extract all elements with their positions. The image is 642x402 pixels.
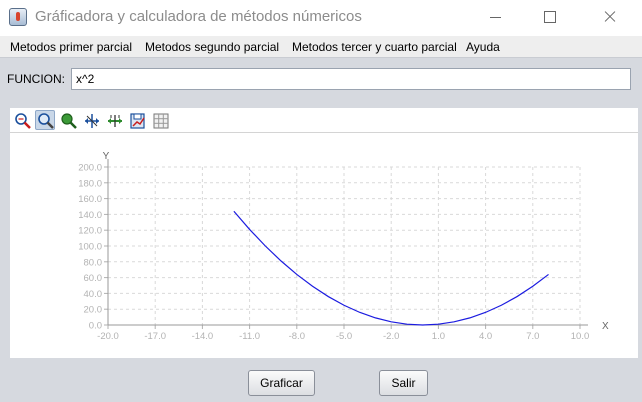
maximize-icon[interactable] bbox=[527, 0, 573, 34]
x-tick-label: -11.0 bbox=[239, 331, 260, 342]
x-tick-label: -20.0 bbox=[97, 331, 119, 342]
y-tick-label: 180.0 bbox=[78, 178, 102, 189]
y-tick-label: 0.0 bbox=[89, 321, 102, 332]
y-tick-label: 20.0 bbox=[84, 305, 103, 316]
y-axis-label: Y bbox=[103, 151, 110, 162]
y-tick-label: 40.0 bbox=[84, 289, 103, 300]
y-tick-label: 60.0 bbox=[84, 273, 103, 284]
y-tick-label: 120.0 bbox=[78, 226, 102, 237]
function-input[interactable] bbox=[71, 68, 631, 90]
y-tick-label: 200.0 bbox=[78, 163, 102, 174]
center-icon[interactable] bbox=[58, 110, 78, 130]
x-tick-label: 7.0 bbox=[526, 331, 539, 342]
y-tick-label: 80.0 bbox=[84, 257, 103, 268]
x-tick-label: -14.0 bbox=[192, 331, 214, 342]
close-icon[interactable] bbox=[586, 0, 632, 34]
move-axes-icon[interactable] bbox=[81, 110, 101, 130]
scale-axes-icon[interactable] bbox=[104, 110, 124, 130]
menu-primer-parcial[interactable]: Metodos primer parcial bbox=[10, 40, 132, 54]
grid-toggle-icon[interactable] bbox=[150, 110, 170, 130]
plot-toolbar bbox=[10, 108, 638, 133]
y-tick-label: 100.0 bbox=[78, 242, 102, 253]
menu-tercer-cuarto-parcial[interactable]: Metodos tercer y cuarto parcial bbox=[292, 40, 457, 54]
title-bar: Gráficadora y calculadora de métodos núm… bbox=[0, 0, 642, 36]
save-image-icon[interactable] bbox=[127, 110, 147, 130]
java-cup-icon bbox=[9, 8, 27, 26]
menu-ayuda[interactable]: Ayuda bbox=[466, 40, 500, 54]
x-tick-label: 10.0 bbox=[571, 331, 590, 342]
minimize-icon[interactable] bbox=[478, 0, 524, 34]
x-tick-label: -2.0 bbox=[383, 331, 399, 342]
salir-button[interactable]: Salir bbox=[379, 370, 428, 396]
window-title: Gráficadora y calculadora de métodos núm… bbox=[35, 8, 362, 25]
x-tick-label: -17.0 bbox=[144, 331, 166, 342]
zoom-region-icon[interactable] bbox=[12, 110, 32, 130]
x-tick-label: 4.0 bbox=[479, 331, 492, 342]
menu-bar: Metodos primer parcial Metodos segundo p… bbox=[0, 36, 642, 58]
x-tick-label: -5.0 bbox=[336, 331, 352, 342]
x-tick-label: -8.0 bbox=[289, 331, 305, 342]
chart-axes bbox=[104, 159, 588, 329]
zoom-icon[interactable] bbox=[35, 110, 55, 130]
x-axis-label: X bbox=[602, 321, 609, 332]
graficar-button[interactable]: Graficar bbox=[248, 370, 315, 396]
y-tick-label: 140.0 bbox=[78, 210, 102, 221]
y-tick-label: 160.0 bbox=[78, 194, 102, 205]
x-tick-label: 1.0 bbox=[432, 331, 445, 342]
function-label: FUNCION: bbox=[7, 72, 65, 86]
menu-segundo-parcial[interactable]: Metodos segundo parcial bbox=[145, 40, 279, 54]
function-plot[interactable]: -20.0 -17.0 -14.0 -11.0 -8.0 -5.0 -2.0 1.0 4.0 7.… bbox=[10, 134, 638, 356]
